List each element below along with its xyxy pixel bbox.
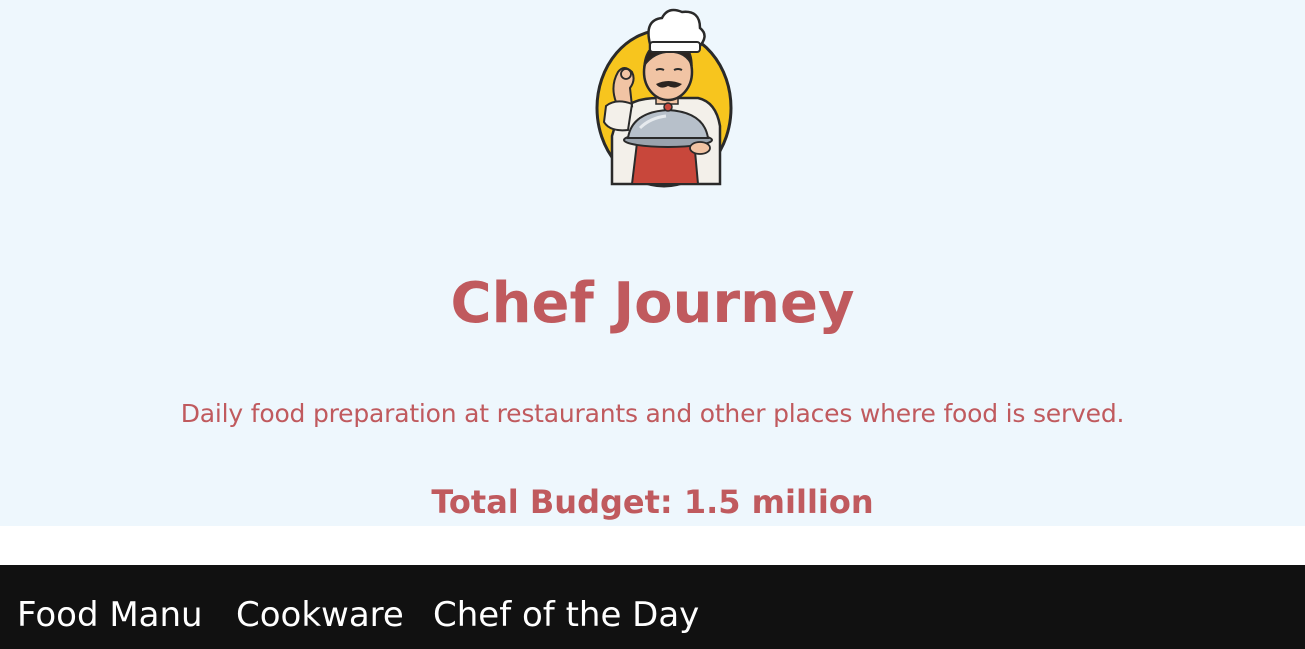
page-description: Daily food preparation at restaurants an… (180, 399, 1125, 428)
nav-item-chef-of-the-day[interactable]: Chef of the Day (433, 585, 699, 645)
nav-item-food-manu[interactable]: Food Manu (17, 585, 203, 645)
chef-mascot-icon (588, 6, 738, 192)
budget-text: Total Budget: 1.5 million (431, 483, 874, 521)
page-title: Chef Journey (450, 271, 855, 336)
bottom-navbar: Food Manu Cookware Chef of the Day (0, 565, 1305, 649)
nav-item-cookware[interactable]: Cookware (236, 585, 404, 645)
hero-section: Chef Journey Daily food preparation at r… (0, 0, 1305, 526)
